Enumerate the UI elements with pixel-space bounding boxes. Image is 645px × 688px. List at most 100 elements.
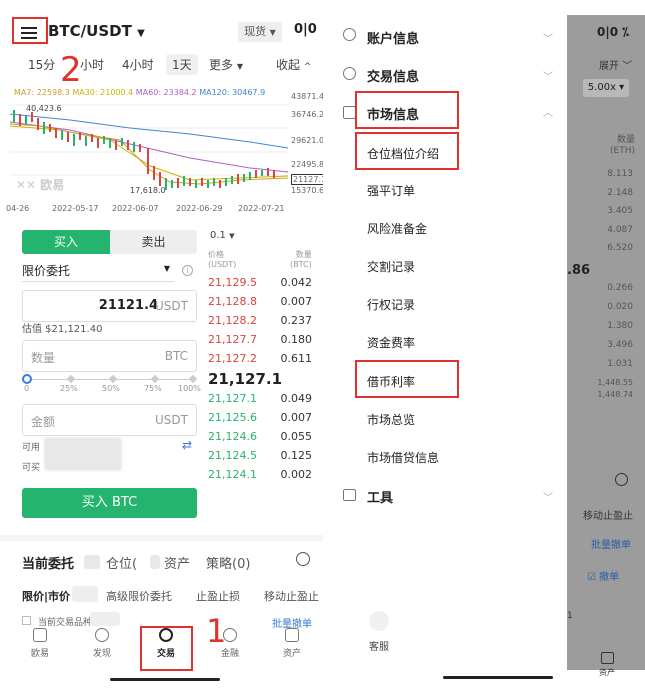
dim-value: 3.405 (607, 206, 633, 216)
order-type-select[interactable]: 限价委托 ▼ (22, 262, 174, 282)
dim-assets: 资产 (599, 668, 615, 677)
toolbox-icon (343, 489, 356, 501)
annotation-box-borrow-rate (355, 360, 459, 398)
subtab-trailing[interactable]: 移动止盈止 (264, 588, 323, 604)
timeframe-1d[interactable]: 1天 (166, 54, 198, 75)
dim-value: 0.266 (607, 283, 633, 293)
leverage-badge: 5.00x ▾ (583, 79, 629, 97)
pair-selector[interactable]: BTC/USDT ▼ (48, 22, 145, 40)
menu-item-market-overview[interactable]: 市场总览 (367, 411, 415, 428)
buy-tab[interactable]: 买入 (22, 230, 110, 254)
dim-value: 1.031 (607, 359, 633, 369)
buy-btc-button[interactable]: 买入 BTC (22, 488, 197, 518)
subtab-limit-market[interactable]: 限价|市价 (22, 588, 70, 604)
menu-item-insurance-fund[interactable]: 风险准备金 (367, 220, 427, 237)
price-input[interactable]: 21121.4 USDT (22, 290, 197, 322)
current-only-checkbox[interactable] (22, 616, 31, 625)
pair-name: BTC/USDT (48, 22, 132, 40)
tab-current-orders[interactable]: 当前委托 (22, 553, 74, 572)
dimmed-overlay[interactable]: 0|0 ⁒ 展开 ﹀ 5.00x ▾ 数量 (ETH) 8.113 2.148 3.4… (567, 15, 645, 677)
nav-assets[interactable]: 资产 (272, 628, 312, 659)
book-qty-header: 数量 (BTC) (290, 250, 312, 269)
tab-strategies[interactable]: 策略(0) (206, 553, 250, 572)
section-tools[interactable]: 工具 (367, 487, 393, 506)
timeframe-more[interactable]: 更多 ▼ (209, 56, 243, 73)
section-trade-info[interactable]: 交易信息 (367, 66, 419, 85)
ask-price: 21,129.5 (208, 276, 257, 289)
sell-tab[interactable]: 卖出 (110, 230, 197, 254)
menu-item-funding-rate[interactable]: 资金费率 (367, 334, 415, 351)
subtab-advanced-limit[interactable]: 高级限价委托 (106, 588, 172, 604)
chart-low-label: 17,618.0 (130, 186, 166, 195)
dim-wallet-icon (601, 652, 614, 664)
quantity-input[interactable]: 数量 BTC (22, 340, 197, 372)
menu-item-delivery-records[interactable]: 交割记录 (367, 258, 415, 275)
current-only-label: 当前交易品种 (38, 618, 93, 628)
spot-badge[interactable]: 现货 ▼ (238, 22, 282, 42)
candlestick-icon[interactable]: 0|0 (294, 22, 317, 37)
annotation-box-menu (12, 17, 48, 44)
bid-price: 21,124.6 (208, 430, 257, 443)
bid-qty: 0.055 (280, 430, 313, 443)
bid-price: 21,127.1 (208, 392, 257, 405)
collapse-chart[interactable]: 收起 ^ (276, 56, 311, 73)
dim-value: 4.087 (607, 224, 633, 235)
menu-item-liquidation-orders[interactable]: 强平订单 (367, 182, 415, 199)
bid-qty: 0.002 (280, 468, 313, 481)
ask-price: 21,127.2 (208, 352, 257, 365)
timeframe-1h[interactable]: 小时 (80, 56, 104, 73)
dim-cancel: ☑ 撤单 (587, 572, 620, 583)
ask-qty: 0.611 (280, 352, 313, 365)
headset-icon[interactable] (369, 611, 389, 631)
chevron-down-icon: ﹀ (543, 493, 553, 504)
timeframe-4h[interactable]: 4小时 (122, 56, 154, 73)
side-drawer: 账户信息 ﹀ 交易信息 ﹀ 市场信息 ︿ 仓位档位介绍 强平订单 风险准备金 交… (323, 0, 567, 688)
menu-item-market-lending[interactable]: 市场借贷信息 (367, 449, 439, 466)
dim-qty-header: 数量 (ETH) (610, 135, 635, 156)
bid-qty: 0.049 (280, 392, 313, 405)
nav-discover[interactable]: 发现 (82, 628, 122, 659)
menu-item-exercise-records[interactable]: 行权记录 (367, 296, 415, 313)
ask-qty: 0.180 (280, 333, 313, 346)
blur-a (84, 555, 100, 569)
expand-label: 展开 ﹀ (599, 61, 633, 72)
blurred-balance (44, 437, 122, 471)
user-icon (343, 28, 356, 41)
section-account-info[interactable]: 账户信息 (367, 28, 419, 47)
nav-home[interactable]: 欧易 (20, 628, 60, 659)
annotation-box-trade (140, 626, 193, 671)
dim-one: 1 (567, 611, 573, 621)
timeframe-15m[interactable]: 15分 (28, 56, 55, 73)
home-icon (33, 628, 47, 642)
bid-qty: 0.007 (280, 411, 313, 424)
ma60: MA60: 23384.2 (135, 88, 197, 97)
dim-value: 1.380 (607, 321, 633, 331)
ma120: MA120: 30467.9 (199, 88, 266, 97)
bid-price: 21,124.1 (208, 468, 257, 481)
annotation-box-position-tiers (355, 132, 459, 170)
bottom-divider (0, 535, 323, 541)
dim-value: 8.113 (607, 169, 633, 179)
annotation-number-1: 1 (206, 612, 227, 650)
depth-select[interactable]: 0.1 ▼ (210, 230, 234, 241)
refresh-icon[interactable] (296, 552, 310, 566)
annotation-box-market-info (355, 91, 459, 129)
dim-value: 3.496 (607, 340, 633, 350)
amount-input[interactable]: 金额 USDT (22, 404, 197, 436)
tab-assets[interactable]: 资产 (164, 553, 190, 572)
blur-c (72, 586, 98, 602)
ask-price: 21,128.2 (208, 314, 257, 327)
subtab-tp-sl[interactable]: 止盈止损 (196, 588, 240, 604)
info-icon[interactable]: i (182, 265, 193, 276)
bid-price: 21,124.5 (208, 449, 257, 462)
menu-screen: 账户信息 ﹀ 交易信息 ﹀ 市场信息 ︿ 仓位档位介绍 强平订单 风险准备金 交… (323, 0, 645, 688)
ma30: MA30: 21000.4 (72, 88, 134, 97)
home-indicator (110, 678, 220, 681)
dim-refresh-icon (615, 473, 628, 486)
customer-service-label[interactable]: 客服 (369, 638, 389, 653)
available-label: 可用 (22, 443, 41, 453)
dim-value: 2.148 (607, 187, 633, 198)
transfer-icon[interactable]: ⇄ (182, 438, 192, 452)
ma-indicators: MA7: 22598.3 MA30: 21000.4 MA60: 23384.2… (14, 88, 265, 97)
tab-positions[interactable]: 仓位( (106, 553, 137, 572)
